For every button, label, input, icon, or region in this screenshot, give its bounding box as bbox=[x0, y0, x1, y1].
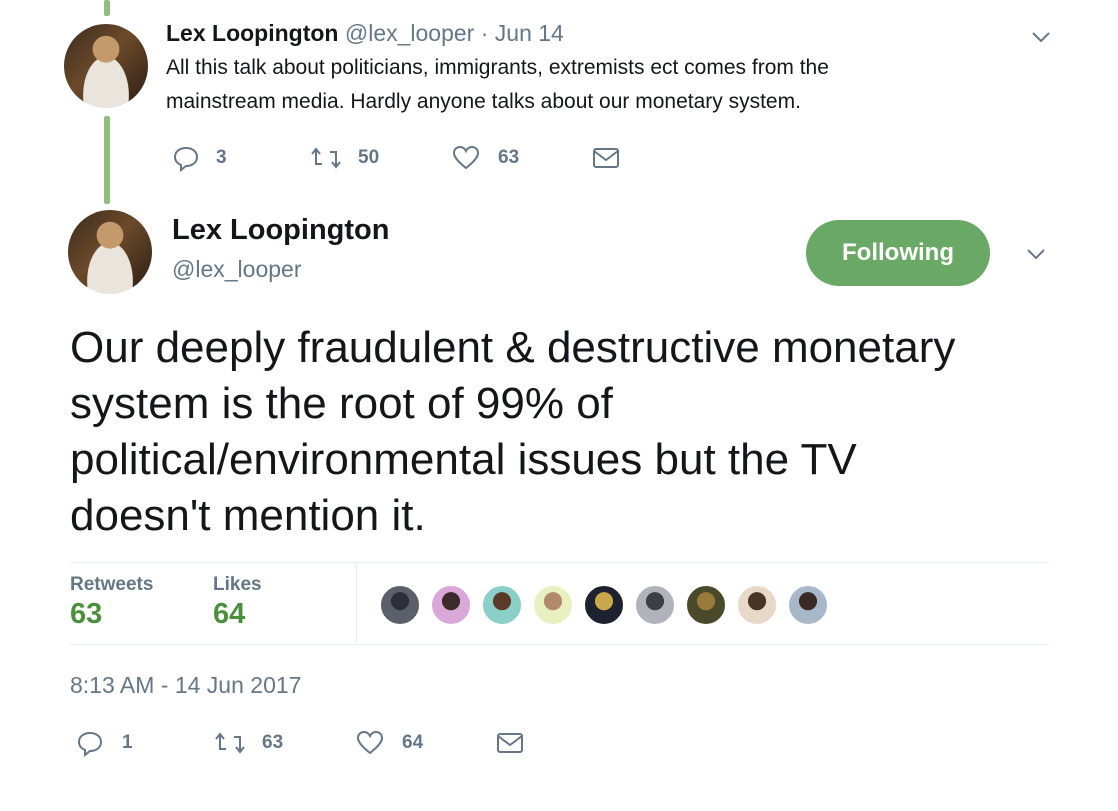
like-count: 63 bbox=[498, 147, 520, 168]
liker-avatar[interactable] bbox=[634, 584, 676, 626]
likes-label: Likes bbox=[213, 574, 262, 595]
like-button[interactable]: 63 bbox=[452, 144, 519, 172]
retweet-button[interactable]: 50 bbox=[310, 144, 379, 172]
reply-icon bbox=[173, 146, 199, 172]
retweets-label: Retweets bbox=[70, 574, 154, 595]
display-name[interactable]: Lex Loopington bbox=[172, 214, 389, 247]
liker-avatar[interactable] bbox=[532, 584, 574, 626]
thread-connector bbox=[104, 116, 110, 204]
handle[interactable]: @lex_looper bbox=[345, 20, 474, 46]
tweet-text-line: mainstream media. Hardly anyone talks ab… bbox=[166, 90, 801, 113]
reply-button[interactable]: 1 bbox=[76, 729, 133, 757]
liker-avatar[interactable] bbox=[379, 584, 421, 626]
reply-button[interactable]: 3 bbox=[172, 144, 227, 172]
tweet-timestamp[interactable]: 8:13 AM - 14 Jun 2017 bbox=[70, 672, 301, 699]
reply-count: 1 bbox=[122, 732, 133, 753]
tweet-text-line: Our deeply fraudulent & destructive mone… bbox=[70, 323, 956, 372]
avatar[interactable] bbox=[68, 210, 152, 294]
chevron-down-icon[interactable] bbox=[1030, 26, 1052, 48]
reply-count: 3 bbox=[216, 147, 227, 168]
liker-avatar[interactable] bbox=[481, 584, 523, 626]
message-button[interactable] bbox=[496, 731, 524, 755]
heart-icon bbox=[452, 145, 480, 170]
retweet-button[interactable]: 63 bbox=[214, 729, 283, 757]
handle[interactable]: @lex_looper bbox=[172, 256, 301, 283]
liker-avatar[interactable] bbox=[583, 584, 625, 626]
reply-icon bbox=[77, 731, 103, 757]
parent-tweet-header: Lex Loopington @lex_looper · Jun 14 bbox=[166, 20, 564, 47]
separator: · bbox=[480, 20, 489, 46]
liker-avatar[interactable] bbox=[787, 584, 829, 626]
stats-divider bbox=[356, 563, 357, 643]
like-count: 64 bbox=[402, 732, 424, 753]
liker-avatar[interactable] bbox=[736, 584, 778, 626]
likes-value: 64 bbox=[213, 598, 246, 630]
envelope-icon bbox=[593, 148, 619, 168]
retweet-count: 50 bbox=[358, 147, 380, 168]
retweets-value: 63 bbox=[70, 598, 103, 630]
tweet-text-line: All this talk about politicians, immigra… bbox=[166, 56, 829, 79]
heart-icon bbox=[356, 730, 384, 755]
envelope-icon bbox=[497, 733, 523, 753]
display-name[interactable]: Lex Loopington bbox=[166, 20, 338, 46]
liker-avatar[interactable] bbox=[430, 584, 472, 626]
following-button[interactable]: Following bbox=[806, 220, 990, 286]
retweet-icon bbox=[215, 732, 245, 754]
thread-connector-top bbox=[104, 0, 110, 16]
liker-avatar[interactable] bbox=[685, 584, 727, 626]
chevron-down-icon[interactable] bbox=[1025, 243, 1047, 265]
tweet-text-line: political/environmental issues but the T… bbox=[70, 435, 857, 484]
tweet-date[interactable]: Jun 14 bbox=[495, 20, 564, 46]
tweet-text-line: system is the root of 99% of bbox=[70, 379, 613, 428]
retweet-count: 63 bbox=[262, 732, 284, 753]
message-button[interactable] bbox=[592, 146, 620, 170]
divider bbox=[70, 562, 1049, 563]
divider bbox=[70, 644, 1049, 645]
avatar[interactable] bbox=[64, 24, 148, 108]
tweet-text-line: doesn't mention it. bbox=[70, 491, 426, 540]
retweet-icon bbox=[311, 147, 341, 169]
like-button[interactable]: 64 bbox=[356, 729, 423, 757]
